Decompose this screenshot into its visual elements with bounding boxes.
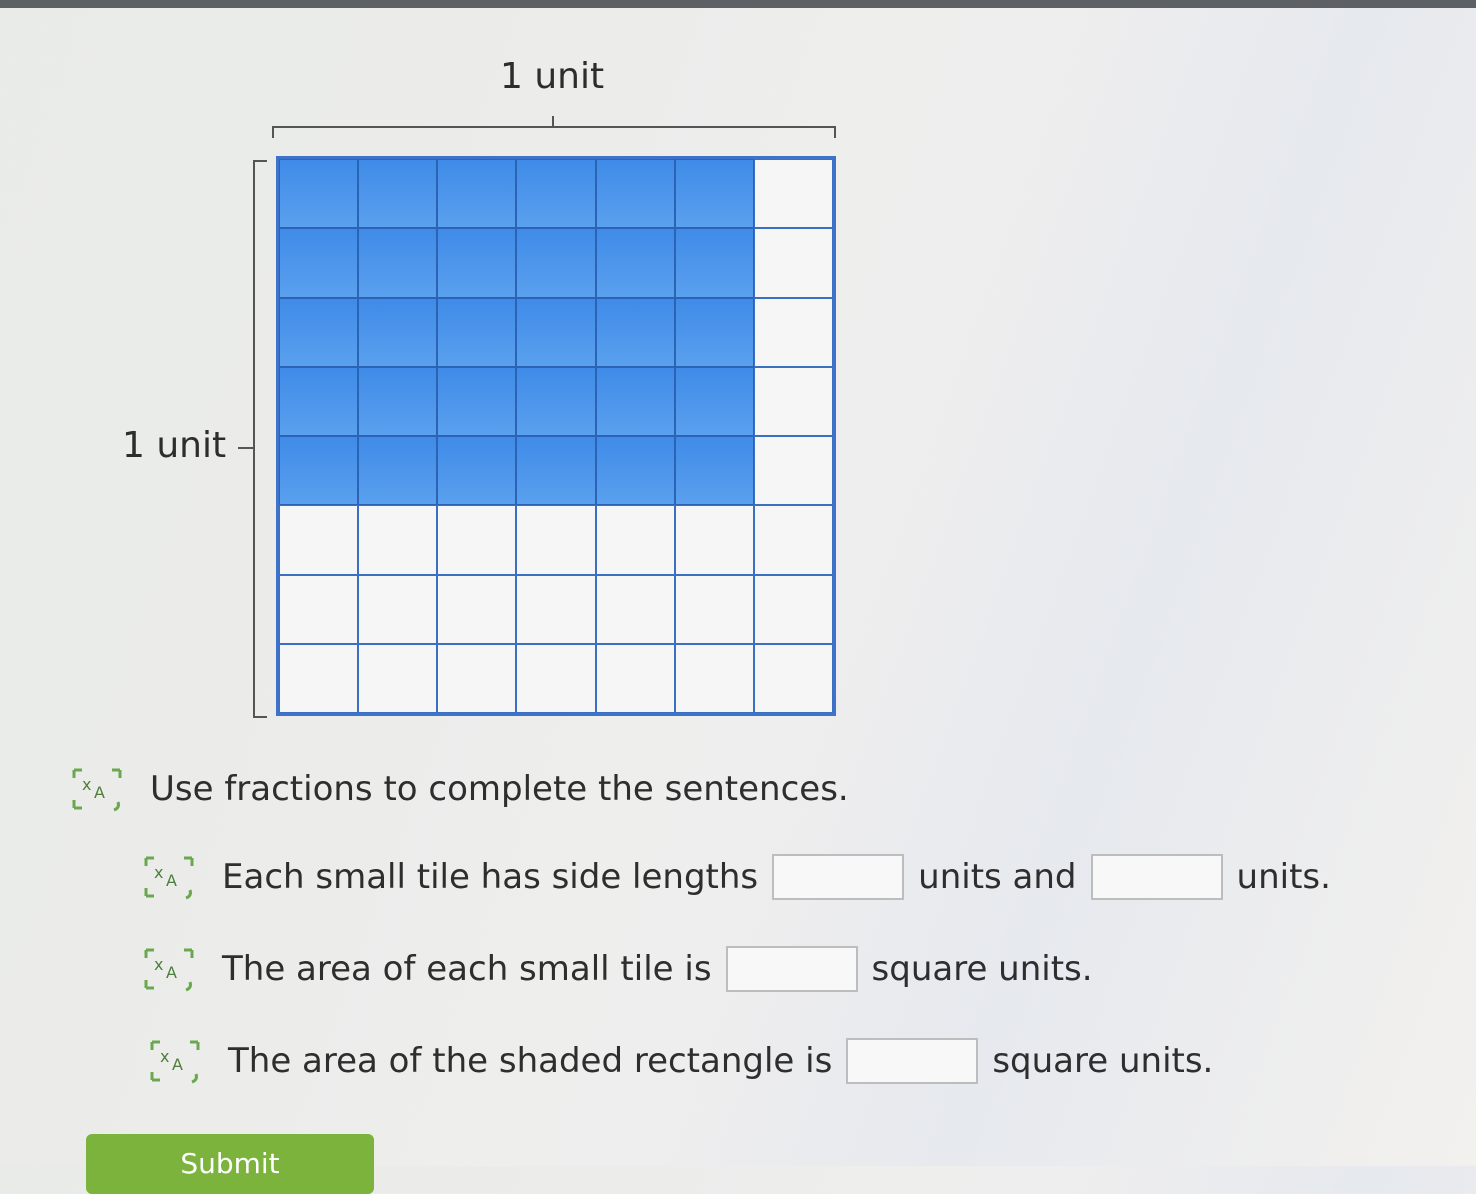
shaded-tile — [674, 297, 754, 367]
shaded-tile — [279, 297, 359, 367]
shaded-tile — [595, 366, 675, 436]
shaded-tile — [279, 436, 359, 506]
unshaded-tile — [674, 505, 754, 575]
unshaded-tile — [437, 505, 517, 575]
top-window-strip — [0, 0, 1476, 8]
unshaded-tile — [516, 574, 596, 644]
shaded-tile — [516, 228, 596, 298]
shaded-tile — [358, 366, 438, 436]
unshaded-tile — [753, 366, 833, 436]
svg-text:x: x — [82, 775, 91, 794]
unshaded-tile — [674, 574, 754, 644]
shaded-tile — [595, 297, 675, 367]
shaded-tile — [516, 159, 596, 229]
sentence-row-tile-area: x A The area of each small tile is squar… — [140, 944, 1093, 994]
instruction-row: x A Use fractions to complete the senten… — [68, 764, 849, 814]
shaded-tile — [674, 159, 754, 229]
text-to-speech-icon[interactable]: x A — [140, 944, 196, 994]
shaded-tile — [279, 159, 359, 229]
side-height-bracket — [253, 160, 267, 718]
sentence-1-part-1: Each small tile has side lengths — [222, 857, 759, 897]
svg-text:A: A — [172, 1055, 183, 1074]
unshaded-tile — [753, 228, 833, 298]
shaded-tile — [674, 436, 754, 506]
unshaded-tile — [437, 643, 517, 713]
unshaded-tile — [595, 505, 675, 575]
shaded-tile — [674, 228, 754, 298]
unit-square-tile-grid — [276, 156, 836, 716]
shaded-tile — [437, 159, 517, 229]
shaded-tile — [437, 228, 517, 298]
shaded-tile — [437, 366, 517, 436]
sentence-1-part-2: units and — [918, 857, 1077, 897]
shaded-tile — [279, 228, 359, 298]
side-length-input-1[interactable] — [772, 854, 905, 900]
side-length-input-2[interactable] — [1090, 854, 1223, 900]
unshaded-tile — [595, 574, 675, 644]
shaded-tile — [279, 366, 359, 436]
unshaded-tile — [358, 505, 438, 575]
top-unit-label: 1 unit — [500, 56, 605, 97]
unshaded-tile — [753, 159, 833, 229]
svg-text:x: x — [154, 863, 163, 882]
shaded-tile — [595, 228, 675, 298]
unshaded-tile — [516, 643, 596, 713]
unshaded-tile — [279, 505, 359, 575]
shaded-tile — [358, 159, 438, 229]
shaded-tile — [358, 228, 438, 298]
side-bracket-tick — [238, 447, 254, 449]
top-width-bracket — [272, 126, 836, 138]
sentence-3-part-2: square units. — [992, 1041, 1214, 1081]
shaded-tile — [358, 436, 438, 506]
unshaded-tile — [358, 574, 438, 644]
svg-text:A: A — [94, 783, 105, 802]
text-to-speech-icon[interactable]: x A — [140, 852, 196, 902]
text-to-speech-icon[interactable]: x A — [146, 1036, 202, 1086]
shaded-tile — [358, 297, 438, 367]
sentence-2-part-2: square units. — [871, 949, 1093, 989]
shaded-tile — [674, 366, 754, 436]
submit-button[interactable]: Submit — [86, 1134, 374, 1194]
unshaded-tile — [753, 643, 833, 713]
sentence-row-shaded-area: x A The area of the shaded rectangle is … — [146, 1036, 1213, 1086]
side-unit-label: 1 unit — [122, 425, 227, 466]
svg-text:x: x — [154, 955, 163, 974]
tile-area-input[interactable] — [725, 946, 858, 992]
shaded-tile — [595, 436, 675, 506]
sentence-2-part-1: The area of each small tile is — [222, 949, 712, 989]
shaded-tile — [437, 436, 517, 506]
unshaded-tile — [437, 574, 517, 644]
shaded-tile — [516, 297, 596, 367]
shaded-area-input[interactable] — [846, 1038, 979, 1084]
unshaded-tile — [674, 643, 754, 713]
top-bracket-tick — [552, 116, 554, 128]
shaded-tile — [437, 297, 517, 367]
unshaded-tile — [358, 643, 438, 713]
text-to-speech-icon[interactable]: x A — [68, 764, 124, 814]
svg-text:A: A — [166, 963, 177, 982]
unshaded-tile — [753, 436, 833, 506]
unshaded-tile — [753, 297, 833, 367]
instruction-text: Use fractions to complete the sentences. — [150, 769, 849, 809]
unshaded-tile — [595, 643, 675, 713]
shaded-tile — [516, 366, 596, 436]
shaded-tile — [516, 436, 596, 506]
sentence-row-side-lengths: x A Each small tile has side lengths uni… — [140, 852, 1331, 902]
unshaded-tile — [753, 574, 833, 644]
unshaded-tile — [753, 505, 833, 575]
sentence-3-part-1: The area of the shaded rectangle is — [228, 1041, 833, 1081]
shaded-tile — [595, 159, 675, 229]
unshaded-tile — [279, 643, 359, 713]
svg-text:x: x — [160, 1047, 169, 1066]
sentence-1-part-3: units. — [1236, 857, 1331, 897]
unshaded-tile — [516, 505, 596, 575]
unshaded-tile — [279, 574, 359, 644]
svg-text:A: A — [166, 871, 177, 890]
